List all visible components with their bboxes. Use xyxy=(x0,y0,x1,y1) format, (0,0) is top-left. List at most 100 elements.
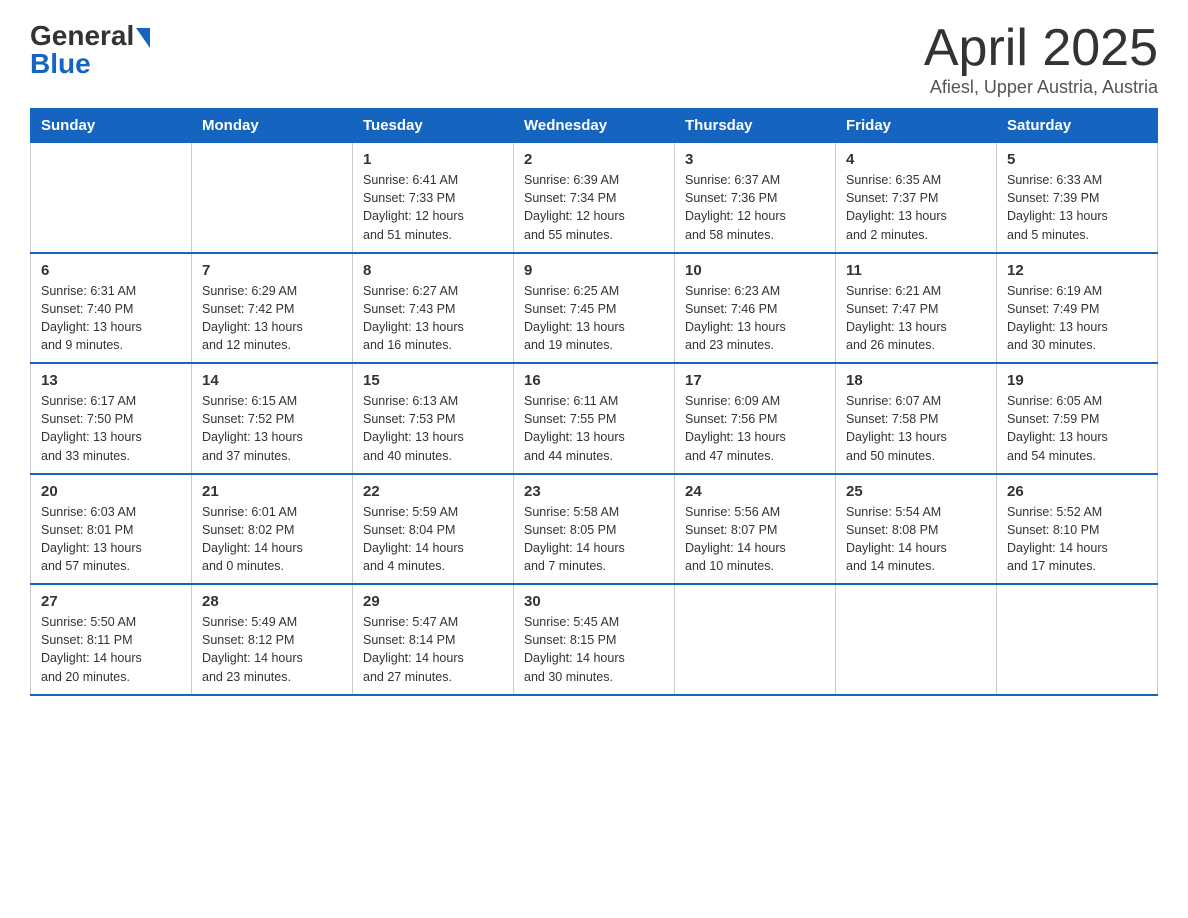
day-number: 9 xyxy=(524,262,664,279)
day-number: 8 xyxy=(363,262,503,279)
calendar-cell: 15 Sunrise: 6:13 AMSunset: 7:53 PMDayligh… xyxy=(353,363,514,474)
calendar-cell: 8Sunrise: 6:27 AMSunset: 7:43 PMDaylight… xyxy=(353,253,514,364)
day-number: 4 xyxy=(846,151,986,168)
day-info: Sunrise: 6:05 AMSunset: 7:59 PMDaylight:… xyxy=(1007,392,1147,465)
calendar-week-4: 20Sunrise: 6:03 AMSunset: 8:01 PMDayligh… xyxy=(31,474,1158,585)
day-info: Sunrise: 5:58 AMSunset: 8:05 PMDaylight:… xyxy=(524,503,664,576)
day-number: 2 xyxy=(524,151,664,168)
calendar-title: April 2025 xyxy=(924,20,1158,77)
calendar-cell: 28Sunrise: 5:49 AMSunset: 8:12 PMDayligh… xyxy=(192,584,353,695)
day-number: 18 xyxy=(846,372,986,389)
day-info: Sunrise: 6:29 AMSunset: 7:42 PMDaylight:… xyxy=(202,282,342,355)
page-header: General Blue April 2025 Afiesl, Upper Au… xyxy=(30,20,1158,98)
day-number: 6 xyxy=(41,262,181,279)
calendar-cell xyxy=(675,584,836,695)
day-number: 17 xyxy=(685,372,825,389)
column-header-saturday: Saturday xyxy=(997,109,1158,143)
day-number: 12 xyxy=(1007,262,1147,279)
day-info: Sunrise: 6:21 AMSunset: 7:47 PMDaylight:… xyxy=(846,282,986,355)
column-header-sunday: Sunday xyxy=(31,109,192,143)
day-number: 7 xyxy=(202,262,342,279)
day-info: Sunrise: 5:52 AMSunset: 8:10 PMDaylight:… xyxy=(1007,503,1147,576)
column-header-wednesday: Wednesday xyxy=(514,109,675,143)
calendar-cell: 10Sunrise: 6:23 AMSunset: 7:46 PMDayligh… xyxy=(675,253,836,364)
day-info: Sunrise: 6:15 AMSunset: 7:52 PMDaylight:… xyxy=(202,392,342,465)
calendar-body: 1 Sunrise: 6:41 AMSunset: 7:33 PMDaylight… xyxy=(31,143,1158,695)
day-info: Sunrise: 6:11 AMSunset: 7:55 PMDaylight:… xyxy=(524,392,664,465)
day-info: Sunrise: 5:54 AMSunset: 8:08 PMDaylight:… xyxy=(846,503,986,576)
calendar-cell: 5Sunrise: 6:33 AMSunset: 7:39 PMDaylight… xyxy=(997,143,1158,253)
day-info: Sunrise: 6:31 AMSunset: 7:40 PMDaylight:… xyxy=(41,282,181,355)
calendar-cell: 1 Sunrise: 6:41 AMSunset: 7:33 PMDaylight… xyxy=(353,143,514,253)
column-header-friday: Friday xyxy=(836,109,997,143)
day-info: Sunrise: 6:23 AMSunset: 7:46 PMDaylight:… xyxy=(685,282,825,355)
day-info: Sunrise: 6:33 AMSunset: 7:39 PMDaylight:… xyxy=(1007,171,1147,244)
calendar-cell: 6 Sunrise: 6:31 AMSunset: 7:40 PMDaylight… xyxy=(31,253,192,364)
day-number: 16 xyxy=(524,372,664,389)
day-info: Sunrise: 6:19 AMSunset: 7:49 PMDaylight:… xyxy=(1007,282,1147,355)
day-number: 14 xyxy=(202,372,342,389)
calendar-cell: 11Sunrise: 6:21 AMSunset: 7:47 PMDayligh… xyxy=(836,253,997,364)
calendar-cell: 22Sunrise: 5:59 AMSunset: 8:04 PMDayligh… xyxy=(353,474,514,585)
day-info: Sunrise: 5:50 AMSunset: 8:11 PMDaylight:… xyxy=(41,613,181,686)
calendar-cell: 13 Sunrise: 6:17 AMSunset: 7:50 PMDayligh… xyxy=(31,363,192,474)
calendar-header: SundayMondayTuesdayWednesdayThursdayFrid… xyxy=(31,109,1158,143)
calendar-cell xyxy=(31,143,192,253)
calendar-cell xyxy=(836,584,997,695)
day-info: Sunrise: 6:01 AMSunset: 8:02 PMDaylight:… xyxy=(202,503,342,576)
calendar-cell: 25 Sunrise: 5:54 AMSunset: 8:08 PMDayligh… xyxy=(836,474,997,585)
title-section: April 2025 Afiesl, Upper Austria, Austri… xyxy=(924,20,1158,98)
day-number: 27 xyxy=(41,593,181,610)
calendar-cell: 12 Sunrise: 6:19 AMSunset: 7:49 PMDayligh… xyxy=(997,253,1158,364)
day-info: Sunrise: 6:41 AMSunset: 7:33 PMDaylight:… xyxy=(363,171,503,244)
calendar-cell: 17Sunrise: 6:09 AMSunset: 7:56 PMDayligh… xyxy=(675,363,836,474)
day-info: Sunrise: 5:47 AMSunset: 8:14 PMDaylight:… xyxy=(363,613,503,686)
calendar-cell xyxy=(997,584,1158,695)
column-header-tuesday: Tuesday xyxy=(353,109,514,143)
calendar-cell xyxy=(192,143,353,253)
calendar-cell: 30 Sunrise: 5:45 AMSunset: 8:15 PMDayligh… xyxy=(514,584,675,695)
day-info: Sunrise: 6:13 AMSunset: 7:53 PMDaylight:… xyxy=(363,392,503,465)
day-number: 29 xyxy=(363,593,503,610)
day-number: 19 xyxy=(1007,372,1147,389)
calendar-cell: 29 Sunrise: 5:47 AMSunset: 8:14 PMDayligh… xyxy=(353,584,514,695)
day-number: 22 xyxy=(363,483,503,500)
calendar-week-3: 13 Sunrise: 6:17 AMSunset: 7:50 PMDayligh… xyxy=(31,363,1158,474)
calendar-cell: 26 Sunrise: 5:52 AMSunset: 8:10 PMDayligh… xyxy=(997,474,1158,585)
day-number: 28 xyxy=(202,593,342,610)
day-info: Sunrise: 5:45 AMSunset: 8:15 PMDaylight:… xyxy=(524,613,664,686)
header-row: SundayMondayTuesdayWednesdayThursdayFrid… xyxy=(31,109,1158,143)
day-info: Sunrise: 6:25 AMSunset: 7:45 PMDaylight:… xyxy=(524,282,664,355)
calendar-cell: 24Sunrise: 5:56 AMSunset: 8:07 PMDayligh… xyxy=(675,474,836,585)
calendar-cell: 18 Sunrise: 6:07 AMSunset: 7:58 PMDayligh… xyxy=(836,363,997,474)
day-number: 25 xyxy=(846,483,986,500)
calendar-cell: 23 Sunrise: 5:58 AMSunset: 8:05 PMDayligh… xyxy=(514,474,675,585)
calendar-week-5: 27 Sunrise: 5:50 AMSunset: 8:11 PMDayligh… xyxy=(31,584,1158,695)
column-header-monday: Monday xyxy=(192,109,353,143)
day-info: Sunrise: 5:56 AMSunset: 8:07 PMDaylight:… xyxy=(685,503,825,576)
day-info: Sunrise: 6:37 AMSunset: 7:36 PMDaylight:… xyxy=(685,171,825,244)
day-number: 20 xyxy=(41,483,181,500)
day-info: Sunrise: 6:07 AMSunset: 7:58 PMDaylight:… xyxy=(846,392,986,465)
day-number: 23 xyxy=(524,483,664,500)
day-info: Sunrise: 6:17 AMSunset: 7:50 PMDaylight:… xyxy=(41,392,181,465)
calendar-subtitle: Afiesl, Upper Austria, Austria xyxy=(924,77,1158,98)
calendar-week-2: 6 Sunrise: 6:31 AMSunset: 7:40 PMDaylight… xyxy=(31,253,1158,364)
day-info: Sunrise: 6:39 AMSunset: 7:34 PMDaylight:… xyxy=(524,171,664,244)
calendar-cell: 2 Sunrise: 6:39 AMSunset: 7:34 PMDaylight… xyxy=(514,143,675,253)
day-number: 13 xyxy=(41,372,181,389)
day-number: 30 xyxy=(524,593,664,610)
day-number: 15 xyxy=(363,372,503,389)
calendar-cell: 3Sunrise: 6:37 AMSunset: 7:36 PMDaylight… xyxy=(675,143,836,253)
day-number: 1 xyxy=(363,151,503,168)
calendar-cell: 14 Sunrise: 6:15 AMSunset: 7:52 PMDayligh… xyxy=(192,363,353,474)
calendar-cell: 4Sunrise: 6:35 AMSunset: 7:37 PMDaylight… xyxy=(836,143,997,253)
calendar-table: SundayMondayTuesdayWednesdayThursdayFrid… xyxy=(30,108,1158,696)
logo-triangle-icon xyxy=(136,28,150,48)
calendar-cell: 19 Sunrise: 6:05 AMSunset: 7:59 PMDayligh… xyxy=(997,363,1158,474)
logo-blue-text: Blue xyxy=(30,48,91,80)
calendar-cell: 7 Sunrise: 6:29 AMSunset: 7:42 PMDaylight… xyxy=(192,253,353,364)
day-number: 26 xyxy=(1007,483,1147,500)
day-number: 21 xyxy=(202,483,342,500)
calendar-cell: 27 Sunrise: 5:50 AMSunset: 8:11 PMDayligh… xyxy=(31,584,192,695)
